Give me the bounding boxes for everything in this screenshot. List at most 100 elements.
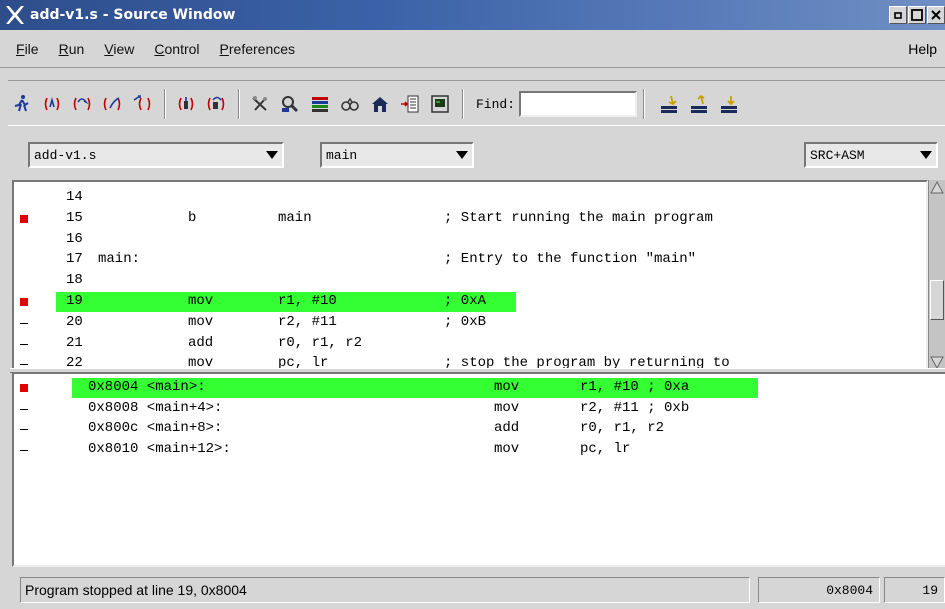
finish-icon[interactable] — [98, 90, 126, 118]
source-line[interactable]: 21 add r0, r1, r2 — [14, 334, 926, 354]
asm-opcode: mov — [494, 399, 520, 416]
next-asm-icon[interactable] — [202, 90, 230, 118]
asm-opcode: mov — [494, 379, 520, 395]
source-scrollbar[interactable] — [928, 180, 945, 370]
down-frame-icon[interactable] — [685, 90, 713, 118]
line-comment: ; Start running the main program — [444, 209, 713, 226]
menu-run[interactable]: Run — [59, 41, 85, 57]
up-frame-icon[interactable] — [655, 90, 683, 118]
title-bar[interactable]: add-v1.s - Source Window — [0, 0, 945, 30]
locals-icon[interactable] — [366, 90, 394, 118]
toolbar-separator — [238, 89, 240, 119]
asm-address: 0x8008 <main+4>: — [88, 399, 223, 416]
file-combo-value: add-v1.s — [34, 147, 97, 163]
line-number: 19 — [66, 293, 83, 309]
continue-icon[interactable] — [128, 90, 156, 118]
line-marker-icon[interactable] — [20, 440, 30, 460]
menu-view[interactable]: View — [104, 41, 134, 57]
breakpoints-icon[interactable] — [396, 90, 424, 118]
line-opcode: mov — [188, 293, 214, 309]
line-number: 16 — [66, 230, 83, 247]
source-line[interactable]: 18 — [14, 271, 926, 291]
run-icon[interactable] — [8, 90, 36, 118]
find-input[interactable] — [519, 91, 638, 117]
breakpoint-marker-icon[interactable] — [20, 209, 30, 229]
asm-opcode: mov — [494, 440, 520, 457]
menu-help[interactable]: Help — [908, 41, 937, 57]
function-combo-value: main — [326, 147, 358, 163]
status-message: Program stopped at line 19, 0x8004 — [20, 577, 750, 603]
line-comment: ; 0xA — [444, 293, 487, 309]
assembly-line[interactable]: 0x800c <main+8>: add r0, r1, r2 — [14, 419, 945, 439]
registers-icon[interactable] — [246, 90, 274, 118]
source-line[interactable]: 17 main: ; Entry to the function "main" — [14, 250, 926, 270]
source-line[interactable]: 20 mov r2, #11 ; 0xB — [14, 313, 926, 333]
function-combo[interactable]: main — [320, 142, 474, 168]
toolbar: Find: — [8, 84, 945, 124]
asm-operands: r2, #11 ; 0xb — [580, 399, 690, 416]
assembly-pane[interactable]: 0x8004 <main>: mov r1, #10 ; 0xa 0x8008 <ma… — [12, 372, 945, 567]
assembly-line[interactable]: 0x8004 <main>: mov r1, #10 ; 0xa — [14, 378, 945, 398]
mode-combo[interactable]: SRC+ASM — [804, 142, 938, 168]
line-marker-icon[interactable] — [20, 334, 30, 354]
chevron-down-icon[interactable] — [262, 145, 282, 165]
step-asm-icon[interactable] — [172, 90, 200, 118]
line-opcode: add — [188, 334, 214, 351]
menu-control[interactable]: Control — [154, 41, 199, 57]
line-operands: main — [278, 209, 312, 226]
breakpoint-marker-icon[interactable] — [20, 378, 30, 398]
line-marker-icon[interactable] — [20, 419, 30, 439]
maximize-icon[interactable] — [908, 6, 926, 24]
asm-operands: pc, lr — [580, 440, 631, 457]
memory-icon[interactable] — [276, 90, 304, 118]
asm-address: 0x8004 <main>: — [88, 379, 206, 395]
toolbar-separator — [462, 89, 464, 119]
x-window-logo-icon[interactable] — [4, 4, 26, 26]
chevron-down-icon[interactable] — [916, 145, 936, 165]
asm-operands: r1, #10 ; 0xa — [580, 379, 690, 395]
line-marker-icon[interactable] — [20, 399, 30, 419]
source-line[interactable]: 15 b main ; Start running the main program — [14, 209, 926, 229]
breakpoint-marker-icon[interactable] — [20, 292, 30, 312]
line-label: main: — [98, 251, 141, 268]
stack-icon[interactable] — [306, 90, 334, 118]
line-operands: r2, #11 — [278, 313, 337, 330]
line-number: 14 — [66, 189, 83, 205]
file-combo[interactable]: add-v1.s — [28, 142, 284, 168]
menu-file[interactable]: File — [16, 41, 39, 57]
asm-operands: r0, r1, r2 — [580, 420, 665, 436]
line-number: 21 — [66, 334, 83, 351]
minimize-icon[interactable] — [889, 6, 907, 24]
line-number: 15 — [66, 209, 83, 226]
source-line[interactable]: 19 mov r1, #10 ; 0xA — [14, 292, 926, 312]
step-icon[interactable] — [38, 90, 66, 118]
line-marker-icon[interactable] — [20, 313, 30, 333]
line-comment: ; Entry to the function "main" — [444, 251, 697, 268]
line-number: 18 — [66, 272, 83, 289]
source-pane[interactable]: 14 15 b main ; Start running the main progra… — [12, 180, 928, 370]
assembly-line[interactable]: 0x8008 <main+4>: mov r2, #11 ; 0xb — [14, 399, 945, 419]
line-number: 20 — [66, 313, 83, 330]
bottom-frame-icon[interactable] — [715, 90, 743, 118]
line-operands: r0, r1, r2 — [278, 334, 363, 351]
watch-icon[interactable] — [336, 90, 364, 118]
asm-address: 0x8010 <main+12>: — [88, 440, 231, 457]
next-icon[interactable] — [68, 90, 96, 118]
menu-bar: File Run View Control Preferences Help — [0, 30, 945, 68]
source-line[interactable]: 14 — [14, 188, 926, 208]
window-title: add-v1.s - Source Window — [30, 7, 236, 23]
console-icon[interactable] — [426, 90, 454, 118]
line-opcode: b — [188, 209, 197, 226]
find-label: Find: — [476, 96, 516, 112]
close-icon[interactable] — [927, 6, 945, 24]
scroll-up-icon[interactable] — [929, 180, 945, 196]
menu-preferences[interactable]: Preferences — [220, 41, 296, 57]
toolbar-separator — [643, 89, 646, 119]
scroll-thumb[interactable] — [930, 280, 944, 320]
assembly-line[interactable]: 0x8010 <main+12>: mov pc, lr — [14, 440, 945, 460]
mode-combo-value: SRC+ASM — [810, 147, 865, 163]
source-line[interactable]: 16 — [14, 230, 926, 250]
line-opcode: mov — [188, 313, 214, 330]
status-address: 0x8004 — [758, 577, 880, 603]
chevron-down-icon[interactable] — [452, 145, 472, 165]
